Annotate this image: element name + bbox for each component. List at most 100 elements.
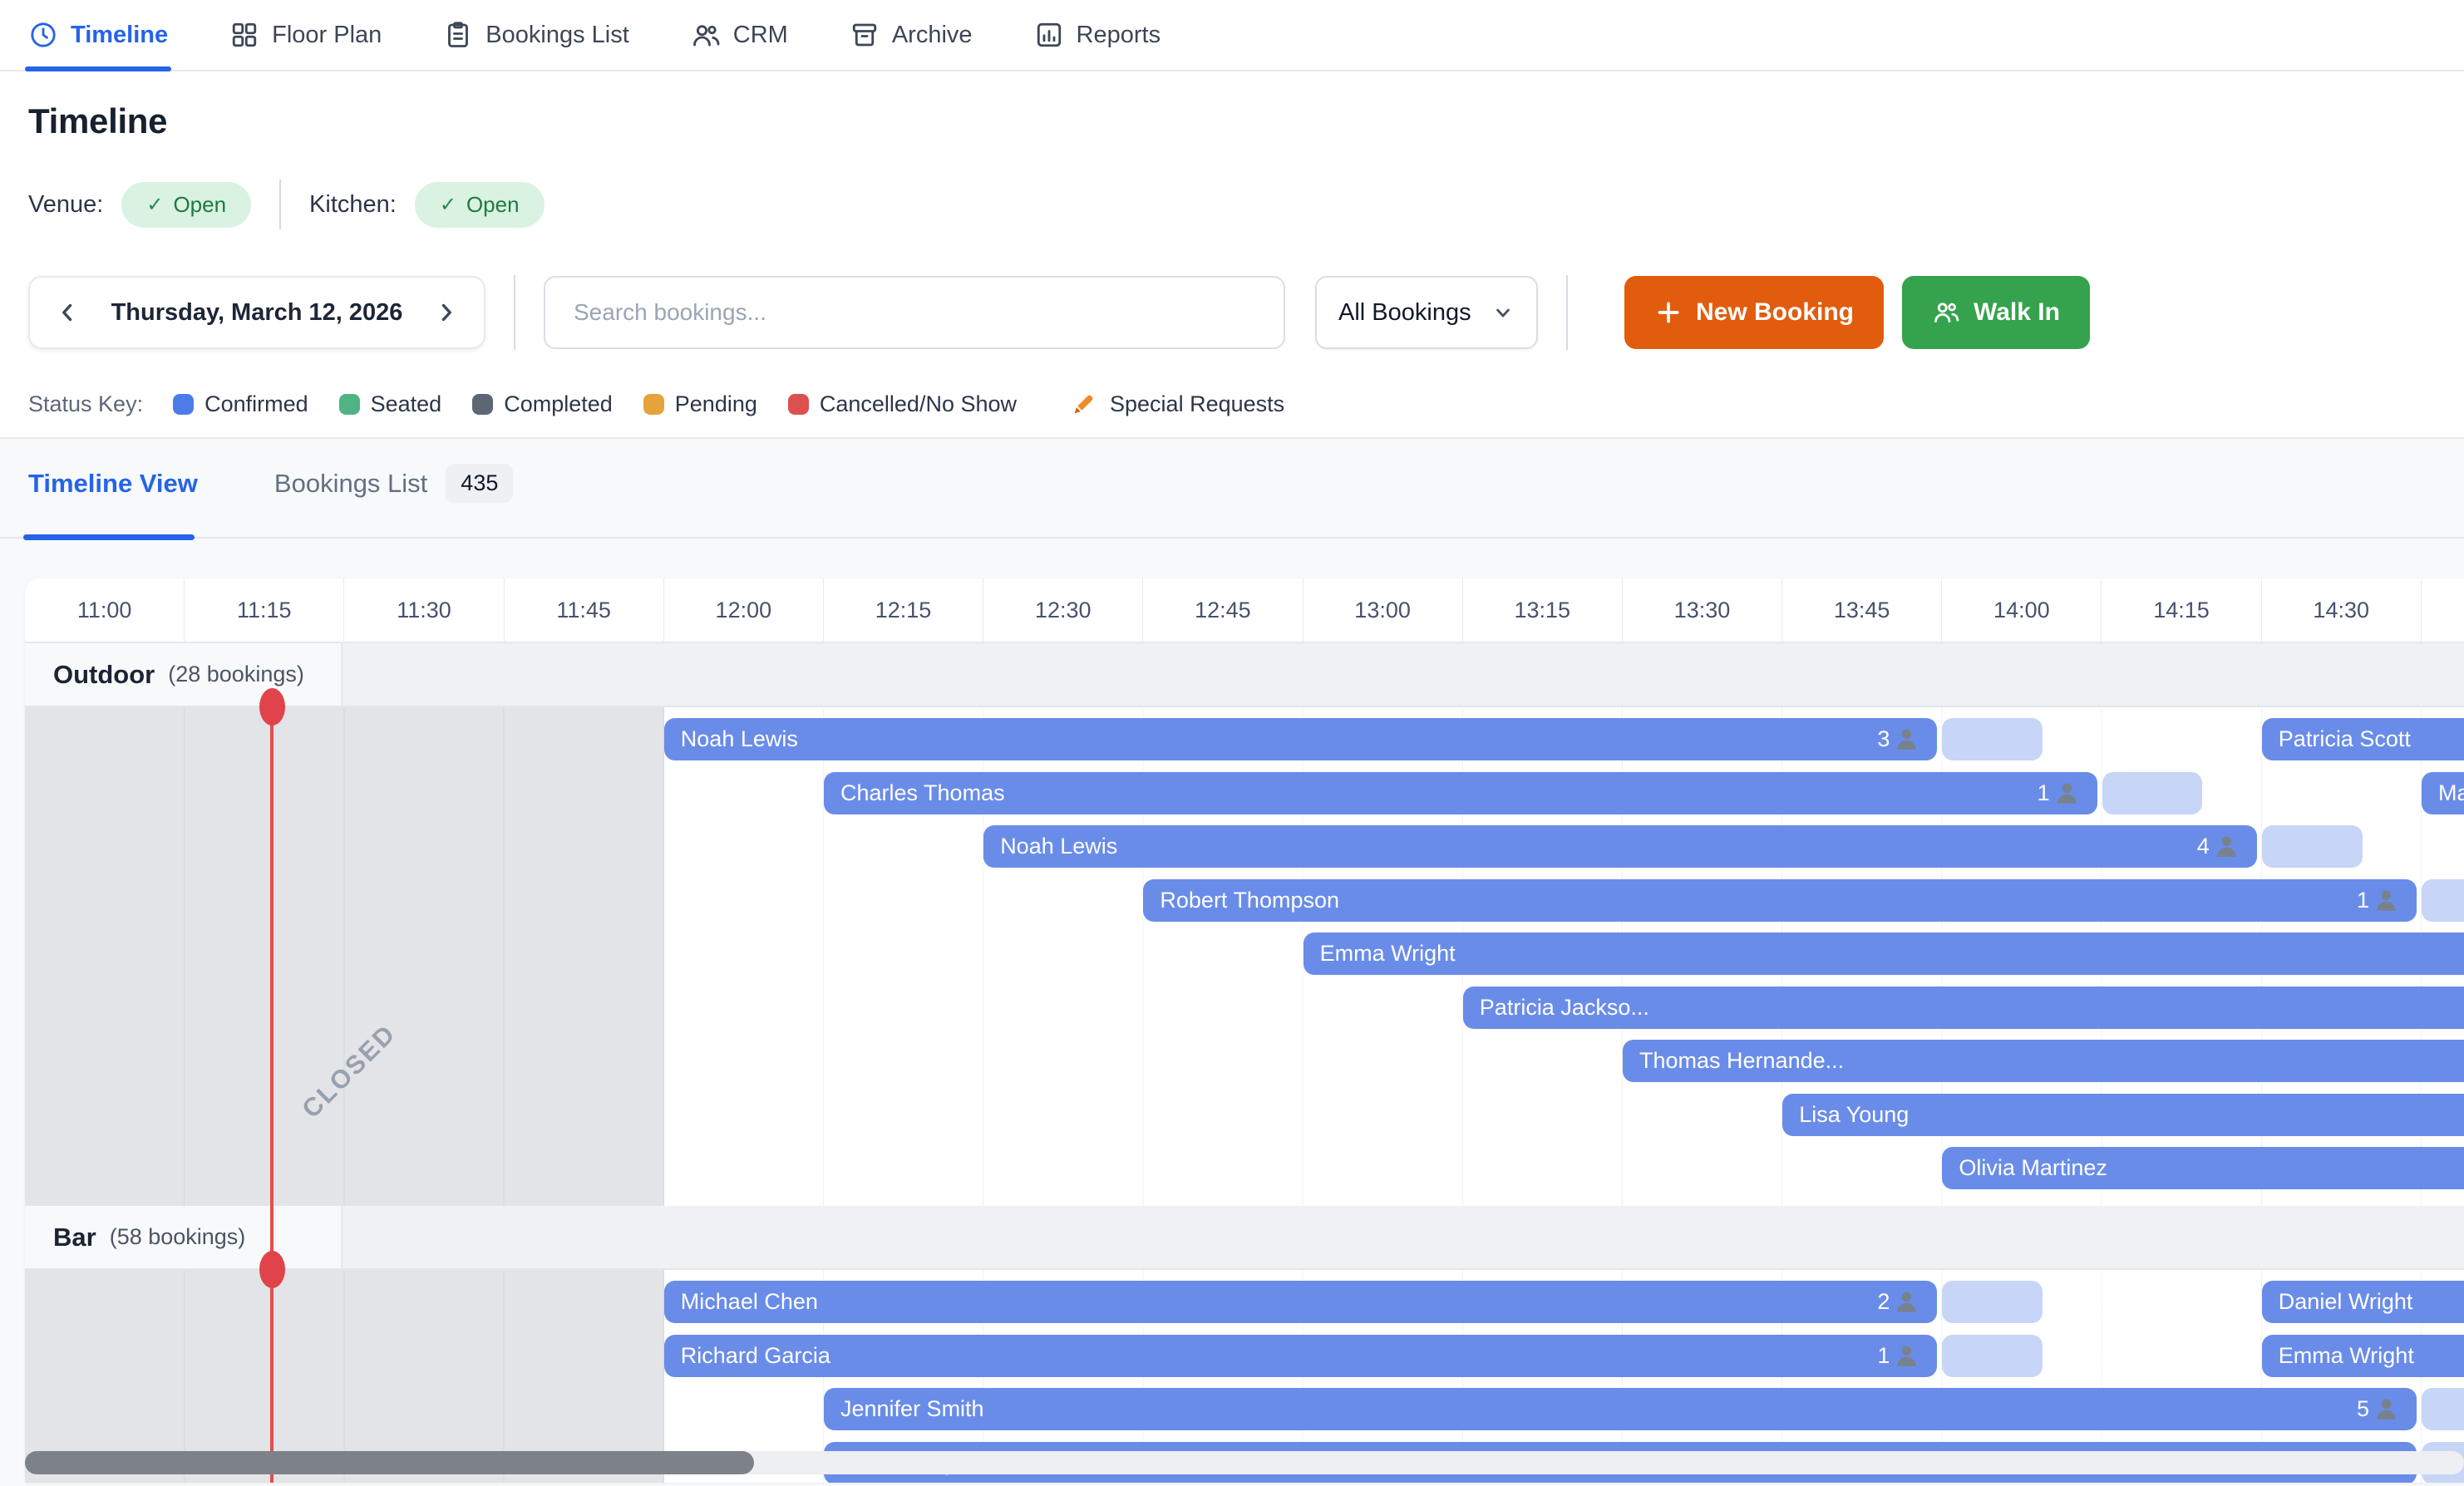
search-input[interactable] — [544, 276, 1285, 349]
time-header-cell: 12:00 — [664, 578, 824, 643]
nav-tab-crm[interactable]: CRM — [691, 0, 788, 70]
time-header-cell: 12:45 — [1143, 578, 1303, 643]
current-time-dot — [259, 688, 285, 726]
divider — [1566, 275, 1568, 350]
booking-guest-name: Lisa Young — [1799, 1102, 2464, 1128]
booking-guest-name: Richard Garcia — [681, 1343, 1878, 1369]
guest-icon — [1893, 1288, 1920, 1316]
booking-bar[interactable]: Olivia Martinez — [1942, 1147, 2464, 1189]
booking-bar[interactable]: Jennifer Smith5 — [824, 1388, 2417, 1430]
booking-guest-name: Charles Thomas — [840, 780, 2038, 806]
view-tabs: Timeline View Bookings List 435 — [0, 439, 2464, 539]
party-size: 1 — [1877, 1342, 1920, 1370]
guest-icon — [2373, 1395, 2400, 1423]
nav-tab-floor-plan[interactable]: Floor Plan — [229, 0, 382, 70]
status-dot — [173, 394, 194, 415]
time-header-cell: 11:30 — [344, 578, 504, 643]
kitchen-label: Kitchen: — [309, 191, 397, 219]
booking-bar[interactable]: Michael Chen2 — [664, 1281, 1938, 1323]
venue-label: Venue: — [28, 191, 103, 219]
chevron-left-icon[interactable] — [53, 298, 81, 327]
guest-icon — [1893, 726, 1920, 753]
section-rows-outdoor: CLOSEDNoah Lewis3Patricia ScottCharles T… — [25, 707, 2464, 1206]
tab-bookings-list[interactable]: Bookings List 435 — [274, 464, 513, 503]
booking-buffer-extension — [2422, 1388, 2464, 1430]
booking-guest-name: Mat — [2438, 780, 2464, 806]
nav-tab-timeline[interactable]: Timeline — [28, 0, 168, 70]
walk-in-button[interactable]: Walk In — [1902, 276, 2090, 349]
new-booking-button[interactable]: New Booking — [1624, 276, 1884, 349]
bookings-filter-select[interactable]: All Bookings — [1315, 276, 1538, 349]
booking-guest-name: Thomas Hernande... — [1639, 1048, 2464, 1074]
venue-status-row: Venue: ✓ Open Kitchen: ✓ Open — [28, 180, 2464, 229]
party-size: 1 — [2038, 780, 2081, 807]
users-icon — [691, 20, 721, 50]
booking-guest-name: Patricia Scott — [2279, 726, 2464, 752]
page-title: Timeline — [28, 101, 2464, 141]
booking-bar[interactable]: Thomas Hernande... — [1623, 1040, 2464, 1082]
current-time-line — [270, 707, 274, 1483]
toolbar: Thursday, March 12, 2026 All Bookings Ne… — [0, 276, 2464, 349]
status-key-label: Status Key: — [28, 391, 143, 417]
time-header-cell — [2422, 578, 2464, 643]
booking-guest-name: Emma Wright — [1320, 941, 2464, 967]
nav-tab-reports[interactable]: Reports — [1034, 0, 1161, 70]
booking-bar[interactable]: Patricia Jackso... — [1463, 987, 2464, 1029]
kitchen-open-badge: ✓ Open — [415, 182, 545, 228]
time-header-cell: 13:30 — [1623, 578, 1782, 643]
chevron-down-icon — [1491, 301, 1515, 324]
booking-bar[interactable]: Noah Lewis3 — [664, 718, 1938, 760]
section-header-bar: Bar(58 bookings) — [25, 1206, 2464, 1270]
current-date[interactable]: Thursday, March 12, 2026 — [81, 299, 432, 327]
walk-in-users-icon — [1932, 298, 1960, 327]
tab-timeline-view[interactable]: Timeline View — [28, 469, 198, 499]
booking-bar[interactable]: Emma Wright — [1303, 932, 2464, 975]
party-size: 3 — [1877, 726, 1920, 753]
guest-icon — [2373, 887, 2400, 914]
booking-guest-name: Emma Wright — [2279, 1343, 2464, 1369]
time-header-cell: 13:00 — [1303, 578, 1463, 643]
nav-tab-bookings-list[interactable]: Bookings List — [443, 0, 629, 70]
time-header-cell: 11:15 — [185, 578, 344, 643]
booking-bar[interactable]: Daniel Wright — [2262, 1281, 2464, 1323]
status-dot — [472, 394, 493, 415]
special-request-pencil-icon — [1071, 391, 1097, 417]
clipboard-icon — [443, 20, 473, 50]
time-header-cell: 13:15 — [1463, 578, 1623, 643]
status-key-item-cancelled-no-show: Cancelled/No Show — [788, 391, 1017, 417]
section-booking-count: (58 bookings) — [110, 1224, 246, 1250]
booking-bar[interactable]: Richard Garcia1 — [664, 1335, 1938, 1377]
booking-guest-name: Patricia Jackso... — [1480, 995, 2464, 1021]
booking-bar[interactable]: Lisa Young — [1782, 1094, 2464, 1136]
status-dot — [339, 394, 360, 415]
chevron-right-icon[interactable] — [432, 298, 461, 327]
booking-bar[interactable]: Mat — [2422, 772, 2464, 814]
party-size: 4 — [2197, 833, 2240, 860]
bar-chart-icon — [1034, 20, 1064, 50]
booking-bar[interactable]: Noah Lewis4 — [983, 825, 2257, 868]
guest-icon — [2053, 780, 2081, 807]
nav-tab-archive[interactable]: Archive — [850, 0, 973, 70]
booking-buffer-extension — [2422, 879, 2464, 922]
booking-bar[interactable]: Patricia Scott — [2262, 718, 2464, 760]
clock-icon — [28, 20, 58, 50]
status-key-special-requests: Special Requests — [1071, 391, 1284, 417]
time-header-cell: 12:15 — [824, 578, 983, 643]
venue-open-badge: ✓ Open — [121, 182, 251, 228]
status-key-item-completed: Completed — [472, 391, 613, 417]
closed-area — [25, 707, 664, 1206]
time-header-cell: 13:45 — [1782, 578, 1942, 643]
booking-buffer-extension — [2262, 825, 2363, 868]
status-key-item-seated: Seated — [339, 391, 442, 417]
booking-bar[interactable]: Charles Thomas1 — [824, 772, 2097, 814]
status-key: Status Key:ConfirmedSeatedCompletedPendi… — [0, 391, 2464, 417]
horizontal-scrollbar-thumb[interactable] — [25, 1451, 754, 1474]
check-icon: ✓ — [440, 193, 456, 217]
booking-guest-name: Daniel Wright — [2279, 1289, 2464, 1315]
booking-bar[interactable]: Emma Wright — [2262, 1335, 2464, 1377]
top-navigation: Timeline Floor Plan Bookings List CRM Archiv… — [0, 0, 2464, 71]
date-navigator: Thursday, March 12, 2026 — [28, 276, 485, 349]
booking-bar[interactable]: Robert Thompson1 — [1143, 879, 2417, 922]
plus-icon — [1654, 298, 1683, 327]
booking-buffer-extension — [1942, 1281, 2043, 1323]
